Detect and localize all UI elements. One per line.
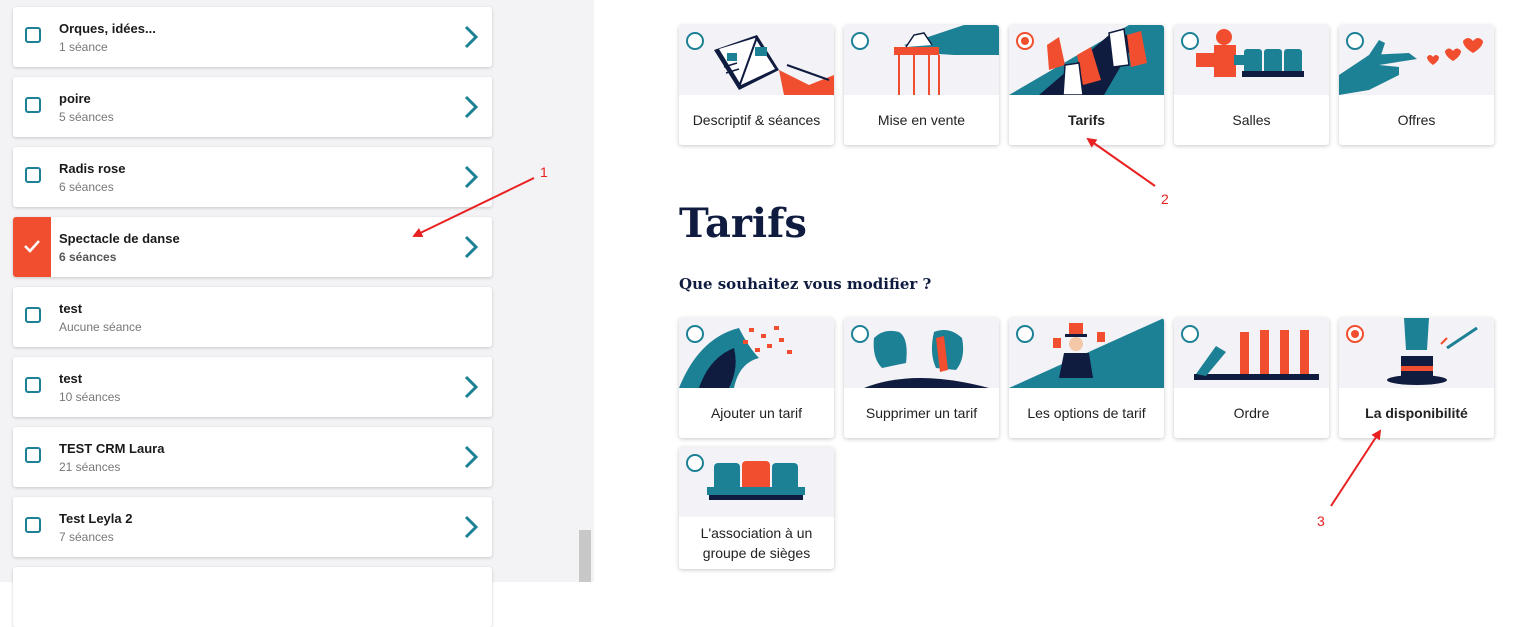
option-card-ordre[interactable]: Ordre: [1174, 318, 1329, 438]
show-list-panel: Orques, idées... 1 séance poire 5 séance…: [0, 0, 594, 627]
checkbox[interactable]: [25, 307, 41, 323]
show-title: Radis rose: [59, 161, 126, 176]
chevron-right-icon[interactable]: [464, 165, 478, 189]
show-item[interactable]: Radis rose 6 séances: [13, 147, 492, 207]
annotation-number-2: 2: [1161, 191, 1169, 207]
section-label: Descriptif & séances: [692, 112, 821, 128]
section-card-tarifs[interactable]: Tarifs: [1009, 25, 1164, 145]
option-card-disponibilite[interactable]: La disponibilité: [1339, 318, 1494, 438]
page-title: Tarifs: [679, 200, 807, 247]
checkbox[interactable]: [25, 447, 41, 463]
show-title: TEST CRM Laura: [59, 441, 165, 456]
option-label: Les options de tarif: [1027, 405, 1146, 421]
question-prompt: Que souhaitez vous modifier ?: [679, 275, 932, 293]
checkbox[interactable]: [25, 517, 41, 533]
show-title: test: [59, 301, 83, 316]
show-sessions: 21 séances: [59, 460, 121, 474]
section-label: Salles: [1232, 112, 1271, 128]
show-item[interactable]: poire 5 séances: [13, 77, 492, 137]
option-label: La disponibilité: [1365, 405, 1468, 421]
checkmark-icon: [24, 240, 40, 253]
radio-button[interactable]: [1181, 325, 1199, 343]
show-sessions: 7 séances: [59, 530, 114, 544]
show-title: poire: [59, 91, 91, 106]
radio-button[interactable]: [1181, 32, 1199, 50]
section-card-offres[interactable]: Offres: [1339, 25, 1494, 145]
radio-button[interactable]: [686, 454, 704, 472]
checkbox[interactable]: [25, 377, 41, 393]
show-item[interactable]: Test Leyla 2 7 séances: [13, 497, 492, 557]
show-sessions: 6 séances: [59, 250, 117, 264]
checkbox[interactable]: [25, 97, 41, 113]
chevron-right-icon[interactable]: [464, 445, 478, 469]
show-title: test: [59, 371, 83, 386]
option-card-ajouter[interactable]: Ajouter un tarif: [679, 318, 834, 438]
radio-button[interactable]: [686, 32, 704, 50]
chevron-right-icon[interactable]: [464, 95, 478, 119]
annotation-arrow-3: [1330, 429, 1382, 507]
show-title: Spectacle de danse: [59, 231, 180, 246]
radio-button-selected[interactable]: [1016, 32, 1034, 50]
option-label: L'association à un groupe de sièges: [700, 525, 813, 561]
section-card-mise-en-vente[interactable]: Mise en vente: [844, 25, 999, 145]
radio-button[interactable]: [851, 325, 869, 343]
checkbox[interactable]: [25, 167, 41, 183]
chevron-right-icon[interactable]: [464, 375, 478, 399]
option-label: Supprimer un tarif: [865, 405, 978, 421]
chevron-right-icon[interactable]: [464, 515, 478, 539]
show-sessions: 10 séances: [59, 390, 121, 404]
show-item[interactable]: test Aucune séance: [13, 287, 492, 347]
show-item-selected[interactable]: Spectacle de danse 6 séances: [13, 217, 492, 277]
radio-button-selected[interactable]: [1346, 325, 1364, 343]
section-label: Tarifs: [1067, 112, 1106, 128]
option-label: Ajouter un tarif: [710, 405, 803, 421]
checkbox-checked[interactable]: [13, 217, 51, 277]
option-label: Ordre: [1233, 405, 1270, 421]
section-label: Offres: [1397, 112, 1436, 128]
chevron-right-icon[interactable]: [464, 235, 478, 259]
section-card-descriptif[interactable]: Descriptif & séances: [679, 25, 834, 145]
section-card-salles[interactable]: Salles: [1174, 25, 1329, 145]
annotation-arrow-2: [1086, 137, 1156, 187]
option-card-options[interactable]: Les options de tarif: [1009, 318, 1164, 438]
show-title: Orques, idées...: [59, 21, 156, 36]
show-sessions: 1 séance: [59, 40, 108, 54]
show-sessions: 5 séances: [59, 110, 114, 124]
option-card-supprimer[interactable]: Supprimer un tarif: [844, 318, 999, 438]
radio-button[interactable]: [1016, 325, 1034, 343]
show-item[interactable]: test 10 séances: [13, 357, 492, 417]
radio-button[interactable]: [686, 325, 704, 343]
show-sessions: Aucune séance: [59, 320, 142, 334]
show-item[interactable]: Orques, idées... 1 séance: [13, 7, 492, 67]
show-item[interactable]: [13, 567, 492, 627]
chevron-right-icon[interactable]: [464, 25, 478, 49]
radio-button[interactable]: [851, 32, 869, 50]
show-sessions: 6 séances: [59, 180, 114, 194]
scrollbar-thumb[interactable]: [579, 530, 591, 582]
annotation-number-3: 3: [1317, 513, 1325, 529]
checkbox[interactable]: [25, 27, 41, 43]
option-card-groupe-sieges[interactable]: L'association à un groupe de sièges: [679, 447, 834, 569]
show-title: Test Leyla 2: [59, 511, 133, 526]
section-label: Mise en vente: [877, 112, 966, 128]
radio-button[interactable]: [1346, 32, 1364, 50]
show-item[interactable]: TEST CRM Laura 21 séances: [13, 427, 492, 487]
